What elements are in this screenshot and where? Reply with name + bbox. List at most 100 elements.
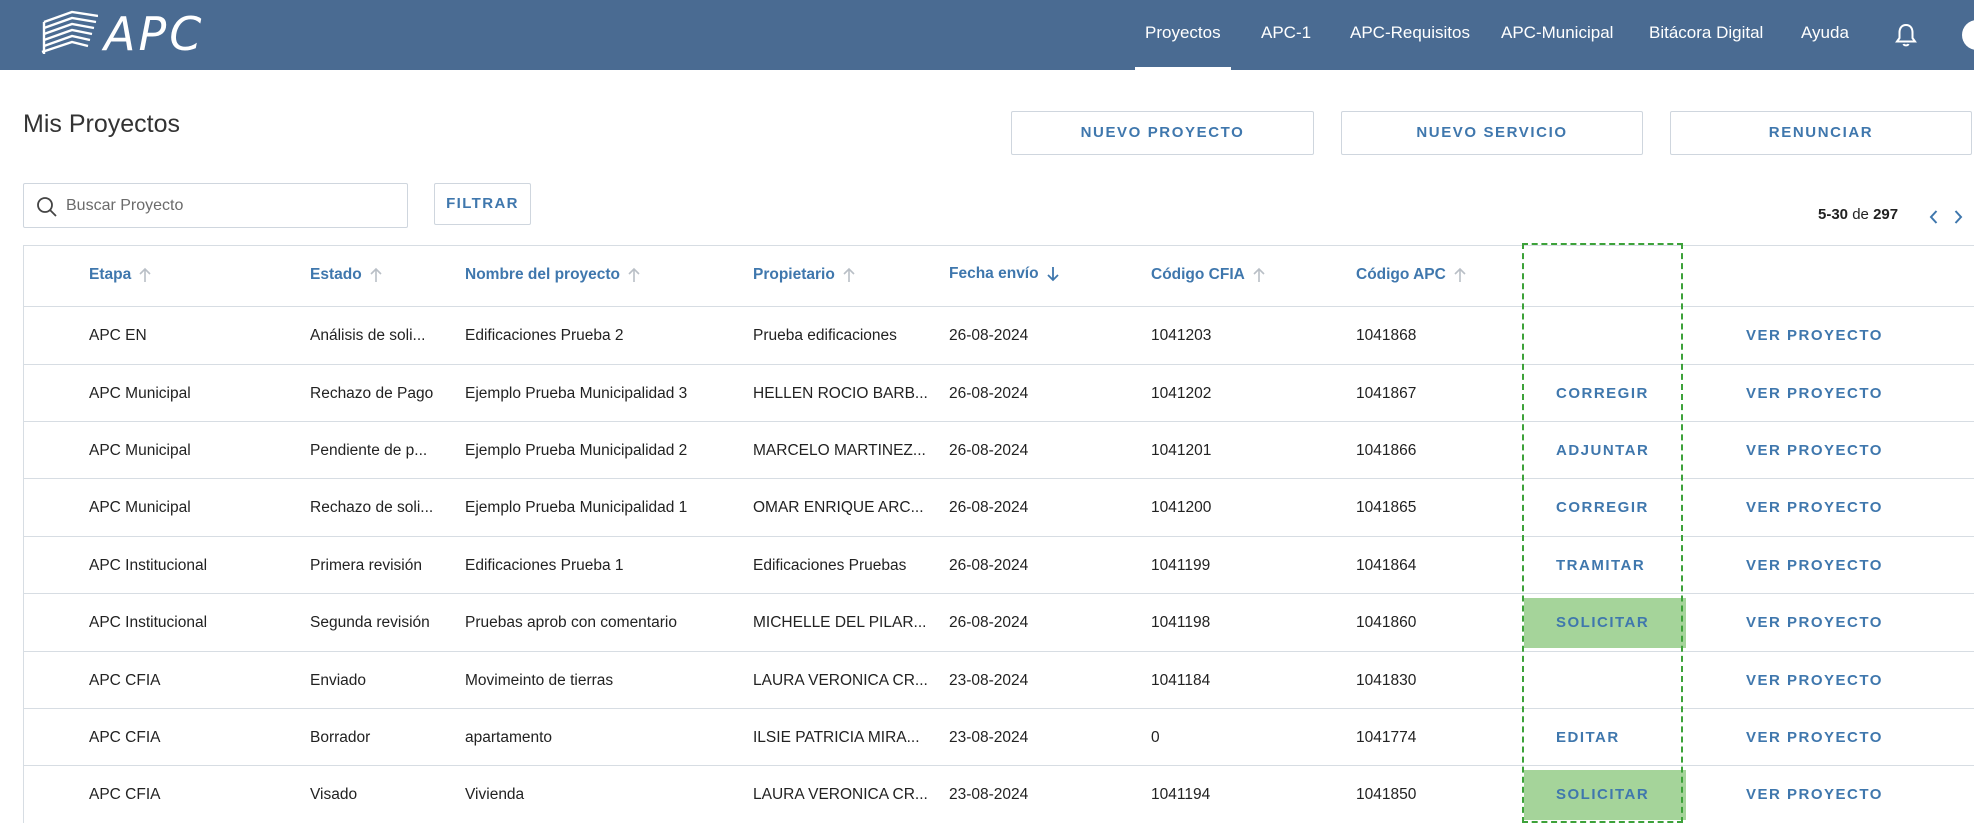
nav-proyectos[interactable]: Proyectos bbox=[1135, 0, 1231, 70]
search-input[interactable] bbox=[66, 190, 396, 222]
cell-codigo-apc: 1041864 bbox=[1356, 557, 1417, 574]
table-row: APC CFIA Enviado Movimeinto de tierras L… bbox=[24, 652, 1974, 709]
cell-codigo-cfia: 1041194 bbox=[1151, 786, 1211, 803]
cell-propietario: MARCELO MARTINEZ... bbox=[753, 442, 926, 459]
column-header-label: Etapa bbox=[89, 266, 132, 283]
cell-propietario: OMAR ENRIQUE ARC... bbox=[753, 499, 924, 516]
cell-codigo-cfia: 1041202 bbox=[1151, 385, 1212, 402]
column-header-label: Código APC bbox=[1356, 266, 1446, 283]
table-row: APC Municipal Pendiente de p... Ejemplo … bbox=[24, 422, 1974, 479]
view-project-link[interactable]: VER PROYECTO bbox=[1746, 385, 1883, 402]
sort-arrow-down-icon bbox=[1046, 267, 1059, 282]
nav-ayuda[interactable]: Ayuda bbox=[1801, 0, 1849, 70]
cell-fecha: 26-08-2024 bbox=[949, 385, 1029, 402]
nav-bitacora-digital[interactable]: Bitácora Digital bbox=[1649, 0, 1763, 70]
cell-estado: Segunda revisión bbox=[310, 614, 430, 631]
cell-codigo-apc: 1041868 bbox=[1356, 327, 1417, 344]
nav-apc-1[interactable]: APC-1 bbox=[1261, 0, 1311, 70]
corregir-link[interactable]: CORREGIR bbox=[1556, 385, 1649, 402]
new-project-button[interactable]: NUEVO PROYECTO bbox=[1011, 111, 1314, 155]
cell-propietario: ILSIE PATRICIA MIRA... bbox=[753, 729, 920, 746]
table-row: APC EN Análisis de soli... Edificaciones… bbox=[24, 307, 1974, 365]
cell-codigo-apc: 1041867 bbox=[1356, 385, 1417, 402]
cell-etapa: APC Municipal bbox=[89, 385, 191, 402]
column-header-codigo-apc[interactable]: Código APC bbox=[1356, 266, 1468, 284]
chevron-left-icon[interactable] bbox=[1926, 208, 1942, 226]
bell-icon[interactable] bbox=[1894, 22, 1918, 48]
cell-propietario: Edificaciones Pruebas bbox=[753, 557, 907, 574]
sort-arrow-up-icon bbox=[1253, 267, 1265, 282]
cell-codigo-cfia: 1041203 bbox=[1151, 327, 1212, 344]
nav-apc-municipal[interactable]: APC-Municipal bbox=[1501, 0, 1613, 70]
cell-codigo-cfia: 1041201 bbox=[1151, 442, 1212, 459]
table-row: APC CFIA Visado Vivienda LAURA VERONICA … bbox=[24, 766, 1974, 823]
cell-propietario: MICHELLE DEL PILAR... bbox=[753, 614, 927, 631]
cell-propietario: HELLEN ROCIO BARB... bbox=[753, 385, 928, 402]
view-project-link[interactable]: VER PROYECTO bbox=[1746, 786, 1883, 803]
column-header-propietario[interactable]: Propietario bbox=[753, 266, 857, 284]
cell-nombre: Vivienda bbox=[465, 786, 525, 803]
cell-estado: Pendiente de p... bbox=[310, 442, 428, 459]
view-project-link[interactable]: VER PROYECTO bbox=[1746, 614, 1883, 631]
solicitar-link[interactable]: SOLICITAR bbox=[1556, 614, 1649, 631]
cell-codigo-cfia: 1041198 bbox=[1151, 614, 1211, 631]
cell-estado: Rechazo de Pago bbox=[310, 385, 434, 402]
solicitar-link[interactable]: SOLICITAR bbox=[1556, 786, 1649, 803]
page-title: Mis Proyectos bbox=[23, 110, 180, 138]
column-header-label: Nombre del proyecto bbox=[465, 266, 621, 283]
table-row: APC Municipal Rechazo de Pago Ejemplo Pr… bbox=[24, 365, 1974, 422]
editar-link[interactable]: EDITAR bbox=[1556, 729, 1620, 746]
resign-button[interactable]: RENUNCIAR bbox=[1670, 111, 1972, 155]
user-avatar[interactable] bbox=[1962, 20, 1974, 50]
cell-codigo-apc: 1041866 bbox=[1356, 442, 1417, 459]
chevron-right-icon[interactable] bbox=[1950, 208, 1966, 226]
column-header-estado[interactable]: Estado bbox=[310, 266, 384, 284]
view-project-link[interactable]: VER PROYECTO bbox=[1746, 499, 1883, 516]
view-project-link[interactable]: VER PROYECTO bbox=[1746, 672, 1883, 689]
search-icon bbox=[37, 197, 57, 217]
column-header-etapa[interactable]: Etapa bbox=[89, 266, 153, 284]
cell-nombre: Ejemplo Prueba Municipalidad 3 bbox=[465, 385, 688, 402]
cell-etapa: APC CFIA bbox=[89, 729, 161, 746]
column-header-codigo-cfia[interactable]: Código CFIA bbox=[1151, 266, 1267, 284]
cell-fecha: 26-08-2024 bbox=[949, 557, 1029, 574]
tramitar-link[interactable]: TRAMITAR bbox=[1556, 557, 1645, 574]
pagination-total: 297 bbox=[1873, 206, 1899, 223]
cell-nombre: Pruebas aprob con comentario bbox=[465, 614, 677, 631]
sort-arrow-up-icon bbox=[843, 267, 855, 282]
new-service-button[interactable]: NUEVO SERVICIO bbox=[1341, 111, 1643, 155]
column-header-label: Estado bbox=[310, 266, 362, 283]
cell-nombre: Edificaciones Prueba 2 bbox=[465, 327, 624, 344]
sort-arrow-up-icon bbox=[1454, 267, 1466, 282]
cell-propietario: LAURA VERONICA CR... bbox=[753, 672, 928, 689]
column-header-nombre[interactable]: Nombre del proyecto bbox=[465, 266, 642, 284]
filter-button[interactable]: FILTRAR bbox=[434, 183, 531, 225]
cell-nombre: Ejemplo Prueba Municipalidad 1 bbox=[465, 499, 688, 516]
cell-fecha: 23-08-2024 bbox=[949, 672, 1029, 689]
view-project-link[interactable]: VER PROYECTO bbox=[1746, 442, 1883, 459]
cell-etapa: APC CFIA bbox=[89, 786, 161, 803]
sort-arrow-up-icon bbox=[628, 267, 640, 282]
cell-estado: Primera revisión bbox=[310, 557, 422, 574]
view-project-link[interactable]: VER PROYECTO bbox=[1746, 729, 1883, 746]
nav-apc-requisitos[interactable]: APC-Requisitos bbox=[1350, 0, 1470, 70]
apc-logo[interactable]: APC bbox=[38, 6, 204, 62]
cell-codigo-cfia: 1041184 bbox=[1151, 672, 1211, 689]
cell-etapa: APC Municipal bbox=[89, 442, 191, 459]
sort-arrow-up-icon bbox=[139, 267, 151, 282]
cell-estado: Rechazo de soli... bbox=[310, 499, 434, 516]
pagination-of-label: de bbox=[1852, 206, 1869, 223]
view-project-link[interactable]: VER PROYECTO bbox=[1746, 557, 1883, 574]
adjuntar-link[interactable]: ADJUNTAR bbox=[1556, 442, 1649, 459]
search-box bbox=[23, 183, 408, 228]
column-header-fecha-envio[interactable]: Fecha envío bbox=[949, 265, 1061, 283]
cell-etapa: APC Institucional bbox=[89, 557, 208, 574]
cell-codigo-cfia: 1041199 bbox=[1151, 557, 1211, 574]
view-project-link[interactable]: VER PROYECTO bbox=[1746, 327, 1883, 344]
cell-estado: Borrador bbox=[310, 729, 371, 746]
corregir-link[interactable]: CORREGIR bbox=[1556, 499, 1649, 516]
cell-codigo-apc: 1041850 bbox=[1356, 786, 1417, 803]
cell-estado: Enviado bbox=[310, 672, 367, 689]
cell-codigo-apc: 1041830 bbox=[1356, 672, 1417, 689]
cell-codigo-cfia: 0 bbox=[1151, 729, 1160, 746]
